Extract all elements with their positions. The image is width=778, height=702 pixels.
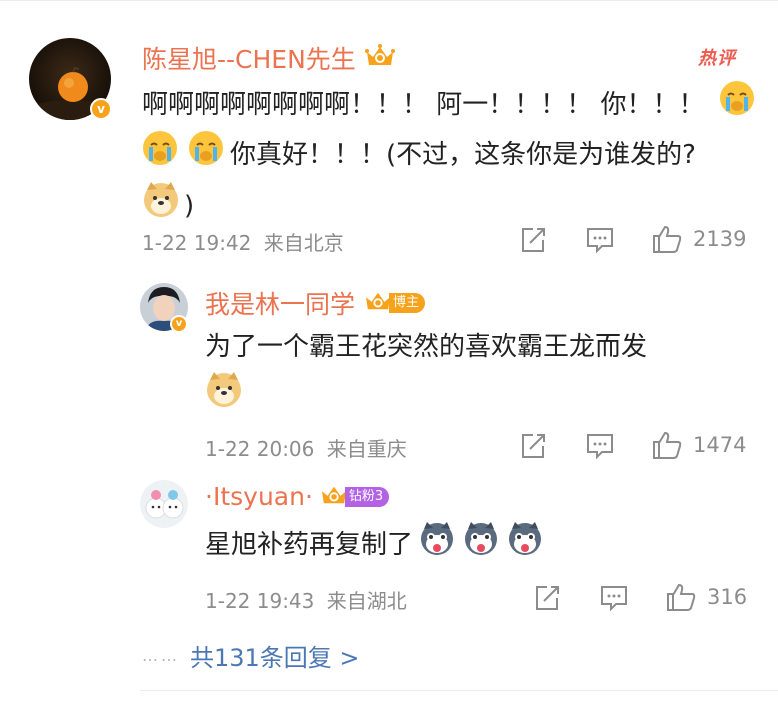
reply-location: 来自重庆: [326, 437, 407, 461]
verified-badge: v: [90, 98, 112, 120]
comment-button[interactable]: [585, 432, 615, 464]
like-count: 2139: [693, 227, 747, 251]
username-row: 我是林一同学 博主: [205, 285, 426, 321]
husky-emoji-icon: [507, 520, 543, 570]
like-count: 316: [707, 585, 748, 609]
thumbs-up-icon: [667, 583, 696, 611]
bottom-divider: [140, 690, 778, 691]
comment-location: 来自北京: [263, 231, 344, 255]
reply-item: ·Itsyuan· 钻粉3 星旭补药再复制了 1-22 19:43 来自湖北 3…: [0, 470, 778, 630]
reply-meta: 1-22 20:06 来自重庆: [205, 433, 407, 462]
verified-badge: v: [170, 315, 188, 333]
share-icon: [522, 228, 545, 252]
more-replies-link[interactable]: 共131条回复 >: [190, 638, 360, 673]
share-icon: [536, 586, 559, 610]
husky-emoji-icon: [463, 520, 499, 570]
reply-text: 为了一个霸王花突然的喜欢霸王龙而发: [205, 332, 648, 362]
username[interactable]: 我是林一同学: [205, 285, 355, 321]
more-replies-dots: ……: [142, 646, 180, 665]
username-row: 陈星旭--CHEN先生: [142, 40, 396, 76]
comment-text-line3: ): [184, 191, 195, 221]
comment-button[interactable]: [599, 584, 629, 616]
comment-button[interactable]: [585, 226, 615, 258]
username[interactable]: 陈星旭--CHEN先生: [142, 40, 356, 76]
comment-icon: [587, 228, 613, 254]
comment-meta: 1-22 19:42 来自北京: [142, 227, 344, 256]
more-replies-row: …… 共131条回复 >: [142, 638, 360, 673]
reply-text-row: 星旭补药再复制了: [205, 520, 543, 570]
thumbs-up-icon: [653, 431, 682, 459]
comment-icon: [601, 586, 627, 612]
reply-date: 1-22 19:43: [205, 589, 315, 613]
username[interactable]: ·Itsyuan·: [205, 482, 313, 511]
doge-emoji-icon: [142, 180, 180, 232]
comment-text: 啊啊啊啊啊啊啊啊！！！ 阿一！！！！ 你！！！ 你真好！！！(不过，这条你是为谁…: [142, 80, 762, 232]
comment-date: 1-22 19:42: [142, 231, 252, 255]
like-button[interactable]: 1474: [651, 430, 746, 460]
comment-icon: [587, 434, 613, 460]
hot-comment-label: 热评: [698, 48, 736, 69]
main-comment: v 陈星旭--CHEN先生 热评 啊啊啊啊啊啊啊啊！！！ 阿一！！！！ 你！！！: [0, 0, 778, 270]
share-icon: [522, 434, 545, 458]
crying-emoji-icon: [188, 130, 224, 180]
fan-level-badge: 钻粉3: [344, 486, 390, 507]
comment-text-line1: 啊啊啊啊啊啊啊啊！！！ 阿一！！！！ 你！！！: [142, 90, 705, 120]
share-button[interactable]: [519, 432, 547, 464]
reply-meta: 1-22 19:43 来自湖北: [205, 585, 407, 614]
comment-text-line2: 你真好！！！(不过，这条你是为谁发的?: [230, 140, 696, 170]
like-count: 1474: [693, 433, 747, 457]
reply-date: 1-22 20:06: [205, 437, 315, 461]
husky-emoji-icon: [419, 520, 455, 570]
reply-location: 来自湖北: [326, 589, 407, 613]
username-row: ·Itsyuan· 钻粉3: [205, 482, 390, 511]
thumbs-up-icon: [653, 225, 682, 253]
share-button[interactable]: [519, 226, 547, 258]
crown-icon: [364, 43, 396, 73]
crying-emoji-icon: [719, 80, 755, 130]
reply-item: v 我是林一同学 博主 为了一个霸王花突然的喜欢霸王龙而发 1-22 20:06…: [0, 270, 778, 470]
share-button[interactable]: [533, 584, 561, 616]
avatar[interactable]: [140, 480, 188, 528]
reply-text: 星旭补药再复制了: [205, 530, 414, 560]
blogger-badge: 博主: [389, 293, 426, 313]
like-button[interactable]: 2139: [651, 224, 746, 254]
crying-emoji-icon: [142, 130, 178, 180]
like-button[interactable]: 316: [665, 582, 747, 612]
doge-emoji-icon: [205, 370, 243, 412]
